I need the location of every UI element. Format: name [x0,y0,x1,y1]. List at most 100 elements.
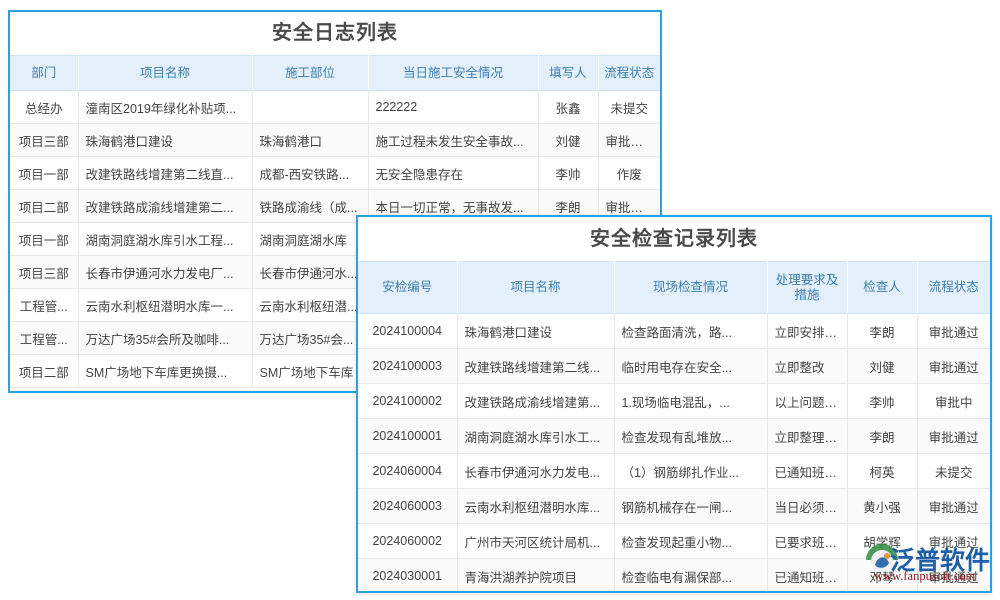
safety-check-title: 安全检查记录列表 [358,217,990,261]
status-badge: 审批通过 [917,314,990,349]
cell-writer[interactable]: 张鑫 [538,91,598,124]
cell-construction-part: 珠海鹤港口 [252,124,368,157]
cell-site-check-situation: 检查发现有乱堆放... [614,419,767,454]
cell-check-code[interactable]: 2024060004 [358,454,457,489]
table-row[interactable]: 2024060004长春市伊通河水力发电...（1）钢筋绑扎作业...已通知班组… [358,454,990,489]
status-badge: 审批通过 [917,524,990,559]
table-row[interactable]: 项目三部珠海鹤港口建设珠海鹤港口施工过程未发生安全事故...刘健审批通过 [10,124,660,157]
cell-check-code[interactable]: 2024030001 [358,559,457,594]
cell-inspector[interactable]: 邓琴 [847,559,917,594]
cell-project-name[interactable]: 万达广场35#会所及咖啡... [78,322,252,355]
cell-dept: 项目一部 [10,157,78,190]
cell-inspector[interactable]: 刘健 [847,349,917,384]
safety-check-header: 安检编号 项目名称 现场检查情况 处理要求及措施 检查人 流程状态 [358,262,990,314]
cell-inspector[interactable]: 黄小强 [847,489,917,524]
cell-site-check-situation: 检查临电有漏保部... [614,559,767,594]
cell-inspector[interactable]: 李朗 [847,314,917,349]
cell-project-name[interactable]: 湖南洞庭湖水库引水工... [457,419,614,454]
cell-handling-measures: 立即整理归类 [767,419,847,454]
cell-handling-measures: 立即整改 [767,349,847,384]
status-badge: 作废 [598,157,660,190]
col-construction-part[interactable]: 施工部位 [252,56,368,91]
cell-project-name[interactable]: 改建铁路线增建第二线直... [78,157,252,190]
cell-construction-part: 万达广场35#会... [252,322,368,355]
cell-dept: 项目三部 [10,124,78,157]
cell-daily-safety-situation: 222222 [368,91,538,124]
col-daily-safety-situation[interactable]: 当日施工安全情况 [368,56,538,91]
cell-project-name[interactable]: 珠海鹤港口建设 [78,124,252,157]
cell-check-code[interactable]: 2024060003 [358,489,457,524]
table-row[interactable]: 2024100003改建铁路线增建第二线...临时用电存在安全...立即整改刘健… [358,349,990,384]
cell-project-name[interactable]: SM广场地下车库更换摄... [78,355,252,388]
table-row[interactable]: 2024060002广州市天河区统计局机...检查发现起重小物...已要求班组.… [358,524,990,559]
cell-inspector[interactable]: 李朗 [847,419,917,454]
status-badge: 审批通过 [917,419,990,454]
cell-project-name[interactable]: 云南水利枢纽潜明水库一... [78,289,252,322]
cell-project-name[interactable]: 广州市天河区统计局机... [457,524,614,559]
cell-dept: 项目二部 [10,190,78,223]
cell-project-name[interactable]: 长春市伊通河水力发电... [457,454,614,489]
cell-project-name[interactable]: 改建铁路成渝线增建第... [457,384,614,419]
cell-site-check-situation: 检查发现起重小物... [614,524,767,559]
safety-check-panel: 安全检查记录列表 安检编号 项目名称 现场检查情况 处理要求及措施 检查人 流程… [356,215,992,593]
table-row[interactable]: 2024100002改建铁路成渝线增建第...1.现场临电混乱，...以上问题限… [358,384,990,419]
cell-construction-part: 长春市伊通河水... [252,256,368,289]
cell-project-name[interactable]: 珠海鹤港口建设 [457,314,614,349]
col-flow-status[interactable]: 流程状态 [598,56,660,91]
cell-writer[interactable]: 刘健 [538,124,598,157]
cell-project-name[interactable]: 长春市伊通河水力发电厂... [78,256,252,289]
cell-project-name[interactable]: 改建铁路线增建第二线... [457,349,614,384]
cell-inspector[interactable]: 柯英 [847,454,917,489]
cell-dept: 项目二部 [10,355,78,388]
cell-daily-safety-situation: 施工过程未发生安全事故... [368,124,538,157]
cell-project-name[interactable]: 改建铁路成渝线增建第二... [78,190,252,223]
screen-root: 安全日志列表 部门 项目名称 施工部位 当日施工安全情况 填写人 流程状态 总经… [0,0,1000,600]
table-header-row: 安检编号 项目名称 现场检查情况 处理要求及措施 检查人 流程状态 [358,262,990,314]
cell-check-code[interactable]: 2024060002 [358,524,457,559]
col-project-name[interactable]: 项目名称 [457,262,614,314]
status-badge: 未提交 [917,454,990,489]
cell-handling-measures: 当日必须整... [767,489,847,524]
cell-site-check-situation: （1）钢筋绑扎作业... [614,454,767,489]
status-badge: 审批通过 [917,559,990,594]
col-check-code[interactable]: 安检编号 [358,262,457,314]
col-site-check-situation[interactable]: 现场检查情况 [614,262,767,314]
cell-check-code[interactable]: 2024100004 [358,314,457,349]
table-row[interactable]: 总经办潼南区2019年绿化补贴项...222222张鑫未提交 [10,91,660,124]
col-project-name[interactable]: 项目名称 [78,56,252,91]
safety-check-table: 安检编号 项目名称 现场检查情况 处理要求及措施 检查人 流程状态 202410… [358,261,990,593]
cell-dept: 项目一部 [10,223,78,256]
col-inspector[interactable]: 检查人 [847,262,917,314]
cell-construction-part: 铁路成渝线（成... [252,190,368,223]
cell-inspector[interactable]: 李帅 [847,384,917,419]
cell-project-name[interactable]: 湖南洞庭湖水库引水工程... [78,223,252,256]
safety-check-body: 2024100004珠海鹤港口建设检查路面清洗，路...立即安排清...李朗审批… [358,314,990,594]
cell-check-code[interactable]: 2024100003 [358,349,457,384]
status-badge: 未提交 [598,91,660,124]
cell-construction-part: 湖南洞庭湖水库 [252,223,368,256]
safety-log-title: 安全日志列表 [10,12,660,55]
cell-site-check-situation: 检查路面清洗，路... [614,314,767,349]
col-handling-measures[interactable]: 处理要求及措施 [767,262,847,314]
table-row[interactable]: 2024100004珠海鹤港口建设检查路面清洗，路...立即安排清...李朗审批… [358,314,990,349]
cell-construction-part: 云南水利枢纽潜... [252,289,368,322]
cell-construction-part [252,91,368,124]
cell-project-name[interactable]: 潼南区2019年绿化补贴项... [78,91,252,124]
cell-project-name[interactable]: 云南水利枢纽潜明水库... [457,489,614,524]
table-row[interactable]: 项目一部改建铁路线增建第二线直...成都-西安铁路...无安全隐患存在李帅作废 [10,157,660,190]
status-badge: 审批中 [917,384,990,419]
cell-project-name[interactable]: 青海洪湖养护院项目 [457,559,614,594]
cell-check-code[interactable]: 2024100001 [358,419,457,454]
cell-writer[interactable]: 李帅 [538,157,598,190]
table-row[interactable]: 2024030001青海洪湖养护院项目检查临电有漏保部...已通知班组...邓琴… [358,559,990,594]
col-dept[interactable]: 部门 [10,56,78,91]
cell-handling-measures: 已要求班组... [767,524,847,559]
cell-check-code[interactable]: 2024100002 [358,384,457,419]
table-row[interactable]: 2024060003云南水利枢纽潜明水库...钢筋机械存在一闸...当日必须整.… [358,489,990,524]
table-row[interactable]: 2024100001湖南洞庭湖水库引水工...检查发现有乱堆放...立即整理归类… [358,419,990,454]
cell-inspector[interactable]: 胡学辉 [847,524,917,559]
col-flow-status[interactable]: 流程状态 [917,262,990,314]
cell-dept: 项目三部 [10,256,78,289]
col-writer[interactable]: 填写人 [538,56,598,91]
cell-site-check-situation: 1.现场临电混乱，... [614,384,767,419]
